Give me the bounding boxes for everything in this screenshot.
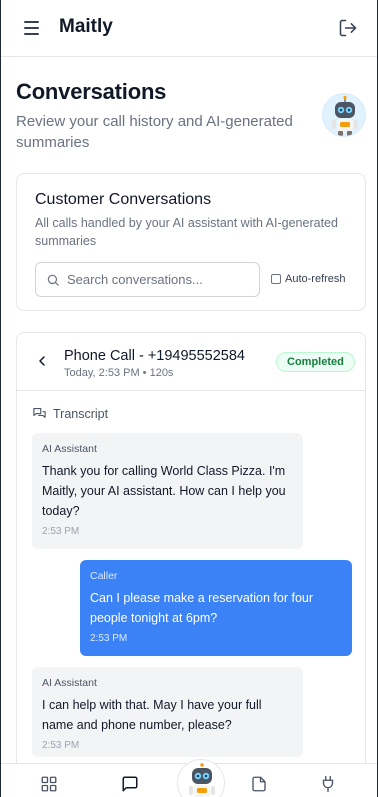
conversations-icon[interactable] (121, 775, 139, 793)
message-caller: Caller Can I please make a reservation f… (80, 560, 352, 656)
card-description: All calls handled by your AI assistant w… (35, 216, 338, 248)
page-subtitle: Review your call history and AI-generate… (16, 113, 293, 151)
message-speaker: AI Assistant (42, 677, 97, 689)
transcript-heading: Transcript (32, 406, 108, 421)
message-ai: AI Assistant I can help with that. May I… (32, 667, 303, 757)
robot-avatar (322, 93, 366, 137)
integrations-icon[interactable] (319, 775, 337, 793)
search-input[interactable] (67, 263, 257, 296)
page-title: Conversations (16, 79, 167, 104)
transcript-label: Transcript (53, 406, 109, 421)
message-ai: AI Assistant Thank you for calling World… (32, 433, 303, 549)
message-text: Can I please make a reservation for four… (90, 591, 314, 625)
assistant-avatar-button[interactable] (177, 759, 225, 797)
menu-icon[interactable] (22, 18, 42, 38)
app-frame: Maitly Conversations Review your call hi… (0, 0, 378, 797)
message-text: Thank you for calling World Class Pizza.… (42, 464, 286, 518)
call-header: Phone Call - +19495552584 Today, 2:53 PM… (17, 333, 365, 391)
call-title: Phone Call - +19495552584 (64, 348, 245, 364)
message-time: 2:53 PM (42, 526, 80, 537)
chevron-left-icon[interactable] (34, 353, 50, 369)
search-box[interactable] (35, 262, 260, 297)
top-bar: Maitly (1, 0, 377, 57)
customer-conversations-card: Customer Conversations All calls handled… (16, 173, 366, 311)
message-speaker: Caller (90, 570, 118, 582)
auto-refresh-label: Auto-refresh (285, 273, 346, 285)
dashboard-icon[interactable] (40, 775, 58, 793)
search-icon (47, 274, 59, 286)
auto-refresh-checkbox[interactable] (271, 274, 281, 284)
call-detail-card: Phone Call - +19495552584 Today, 2:53 PM… (16, 332, 366, 797)
status-badge: Completed (276, 352, 355, 372)
message-time: 2:53 PM (90, 633, 128, 644)
documents-icon[interactable] (250, 775, 268, 793)
message-time: 2:53 PM (42, 740, 80, 751)
message-speaker: AI Assistant (42, 443, 97, 455)
auto-refresh-toggle[interactable]: Auto-refresh (271, 273, 346, 285)
message-text: I can help with that. May I have your fu… (42, 698, 262, 732)
chat-bubbles-icon (33, 407, 46, 418)
robot-icon (189, 763, 215, 797)
card-title: Customer Conversations (35, 191, 212, 208)
logout-icon[interactable] (338, 18, 358, 38)
app-brand: Maitly (59, 16, 113, 37)
bottom-nav (1, 759, 377, 797)
call-meta: Today, 2:53 PM • 120s (64, 367, 174, 379)
